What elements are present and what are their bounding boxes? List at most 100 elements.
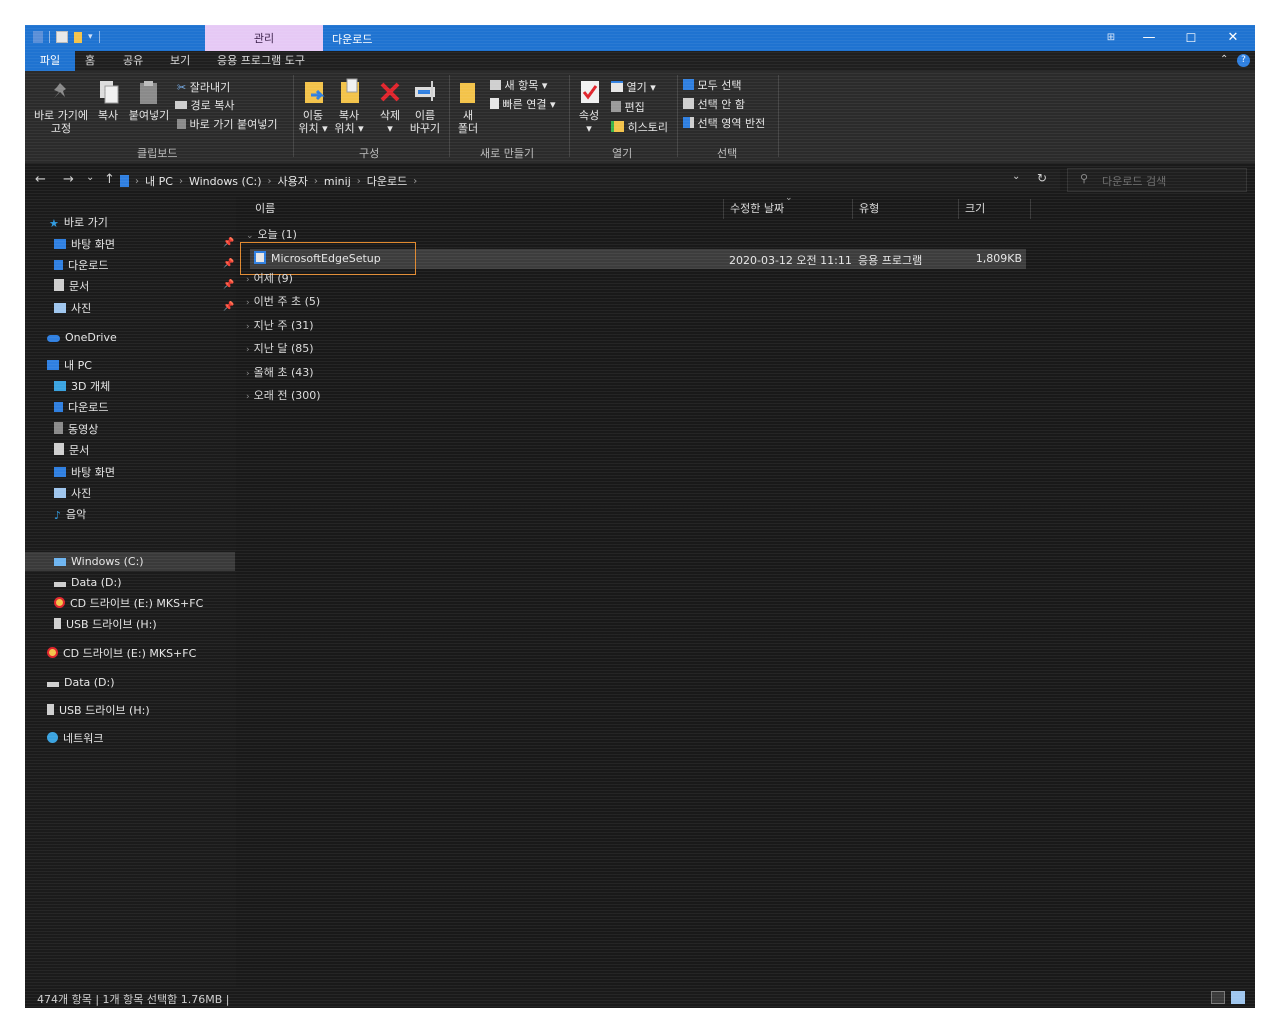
nav-data-d[interactable]: Data (D:) (54, 573, 122, 593)
forward-button[interactable]: → (63, 172, 74, 187)
nav-usb-drive[interactable]: USB 드라이브 (H:) (47, 701, 150, 721)
nav-pc-documents[interactable]: 문서 (54, 441, 89, 461)
star-icon: ★ (49, 217, 59, 230)
copy-path-button[interactable]: 경로 복사 (175, 97, 234, 113)
column-header-modified[interactable]: 수정한 날짜 (730, 197, 784, 221)
new-folder-icon[interactable] (74, 31, 82, 43)
tab-app-tools[interactable]: 응용 프로그램 도구 (217, 51, 305, 71)
maximize-button[interactable]: ☐ (1169, 25, 1213, 51)
recent-locations-chevron-icon[interactable]: ⌄ (86, 172, 94, 183)
nav-pc-downloads[interactable]: 다운로드 (54, 398, 108, 418)
nav-label: USB 드라이브 (H:) (59, 704, 150, 717)
back-button[interactable]: ← (35, 172, 46, 187)
select-all-button[interactable]: 모두 선택 (683, 77, 741, 93)
group-label: 지난 달 (85) (253, 342, 314, 355)
column-divider[interactable] (723, 199, 724, 219)
column-header-type[interactable]: 유형 (859, 197, 879, 221)
nav-pc-pictures[interactable]: 사진 (54, 484, 91, 504)
tab-file[interactable]: 파일 (25, 51, 75, 71)
move-to-button[interactable]: 이동 위치 ▾ (295, 109, 331, 135)
group-header[interactable]: › 지난 달 (85) (246, 339, 314, 359)
edit-button[interactable]: 편집 (611, 99, 645, 115)
search-box[interactable]: ⚲ 다운로드 검색 (1067, 168, 1247, 192)
column-header-name[interactable]: 이름 (255, 197, 275, 221)
nav-data-drive[interactable]: Data (D:) (47, 673, 115, 693)
nav-videos[interactable]: 동영상 (54, 420, 98, 440)
group-header[interactable]: › 이번 주 초 (5) (246, 292, 320, 312)
manage-context-tab[interactable]: 관리 (205, 25, 323, 51)
crumb-windows-c[interactable]: Windows (C:) (189, 175, 262, 188)
tab-home[interactable]: 홈 (85, 51, 95, 71)
nav-documents[interactable]: 문서 (54, 277, 89, 297)
easy-access-icon (490, 98, 499, 109)
quick-access-toolbar: ▾ (33, 31, 100, 43)
new-item-button[interactable]: 새 항목 ▾ (490, 77, 547, 93)
nav-this-pc[interactable]: 내 PC (47, 356, 92, 376)
address-bar[interactable]: › 내 PC › Windows (C:) › 사용자 › minij › 다운… (120, 170, 1060, 190)
up-button[interactable]: ↑ (104, 172, 115, 187)
nav-cd-drive-e[interactable]: CD 드라이브 (E:) MKS+FC (54, 594, 203, 614)
nav-network[interactable]: 네트워크 (47, 729, 103, 749)
cube-icon (54, 381, 66, 391)
paste-shortcut-button[interactable]: 바로 가기 붙여넣기 (177, 116, 277, 132)
drive-icon (47, 682, 59, 687)
tab-share[interactable]: 공유 (123, 51, 143, 71)
drive-icon (54, 558, 66, 566)
nav-cd-drive[interactable]: CD 드라이브 (E:) MKS+FC (47, 644, 196, 664)
nav-pictures[interactable]: 사진 (54, 299, 91, 319)
select-none-button[interactable]: 선택 안 함 (683, 96, 745, 112)
delete-icon (380, 82, 400, 102)
invert-selection-icon (683, 117, 694, 128)
nav-usb-h[interactable]: USB 드라이브 (H:) (54, 615, 157, 635)
customize-toolbar-chevron-icon[interactable]: ▾ (88, 32, 93, 42)
group-header[interactable]: › 지난 주 (31) (246, 316, 314, 336)
edit-label: 편집 (624, 101, 645, 114)
nav-windows-c[interactable]: Windows (C:) (25, 552, 235, 571)
properties-icon[interactable] (56, 31, 68, 43)
properties-button[interactable]: 속성 ▾ (575, 109, 603, 135)
delete-button[interactable]: 삭제 ▾ (373, 109, 407, 135)
help-icon[interactable]: ? (1237, 54, 1250, 67)
nav-downloads[interactable]: 다운로드 (54, 256, 108, 276)
group-header[interactable]: › 올해 초 (43) (246, 363, 314, 383)
open-button[interactable]: 열기 ▾ (611, 79, 656, 95)
nav-3d-objects[interactable]: 3D 개체 (54, 377, 110, 397)
column-divider[interactable] (958, 199, 959, 219)
address-history-chevron-icon[interactable]: ⌄ (1012, 171, 1020, 182)
new-folder-button[interactable]: 새 폴더 (453, 109, 483, 135)
paste-button[interactable]: 붙여넣기 (125, 109, 173, 122)
nav-music[interactable]: ♪ 음악 (54, 505, 86, 525)
crumb-minij[interactable]: minij (324, 175, 351, 188)
group-header[interactable]: › 오래 전 (300) (246, 386, 321, 406)
column-divider[interactable] (852, 199, 853, 219)
close-button[interactable]: ✕ (1211, 25, 1255, 51)
group-header[interactable]: › 어제 (9) (246, 269, 293, 289)
nav-quick-access[interactable]: ★ 바로 가기 (49, 213, 108, 233)
save-icon[interactable] (33, 31, 43, 43)
select-all-label: 모두 선택 (697, 79, 742, 92)
nav-desktop[interactable]: 바탕 화면 (54, 235, 115, 255)
copy-to-button[interactable]: 복사 위치 ▾ (331, 109, 367, 135)
column-header-size[interactable]: 크기 (965, 197, 985, 221)
pin-to-quick-access-button[interactable]: 바로 가기에 고정 (31, 109, 91, 135)
cut-button[interactable]: ✂ 잘라내기 (177, 79, 230, 95)
invert-selection-button[interactable]: 선택 영역 반전 (683, 115, 765, 131)
nav-pc-desktop[interactable]: 바탕 화면 (54, 463, 115, 483)
column-divider[interactable] (1030, 199, 1031, 219)
navigation-pane: ★ 바로 가기 바탕 화면 📌 다운로드 📌 문서 📌 사진 📌 OneDrive… (25, 197, 236, 987)
crumb-users[interactable]: 사용자 (278, 173, 308, 189)
details-view-icon[interactable] (1211, 991, 1225, 1004)
copy-button[interactable]: 복사 (94, 109, 122, 122)
crumb-downloads[interactable]: 다운로드 (367, 173, 407, 189)
large-icons-view-icon[interactable] (1231, 991, 1245, 1004)
cd-drive-icon (54, 597, 65, 608)
rename-button[interactable]: 이름 바꾸기 (407, 109, 443, 135)
refresh-icon[interactable]: ↻ (1037, 171, 1047, 185)
nav-onedrive[interactable]: OneDrive (47, 328, 117, 348)
minimize-button[interactable]: — (1127, 25, 1171, 51)
easy-access-button[interactable]: 빠른 연결 ▾ (490, 96, 556, 112)
collapse-ribbon-icon[interactable]: ⌃ (1220, 54, 1228, 65)
tab-view[interactable]: 보기 (170, 51, 190, 71)
history-button[interactable]: 히스토리 (611, 119, 668, 135)
crumb-this-pc[interactable]: 내 PC (145, 173, 173, 189)
